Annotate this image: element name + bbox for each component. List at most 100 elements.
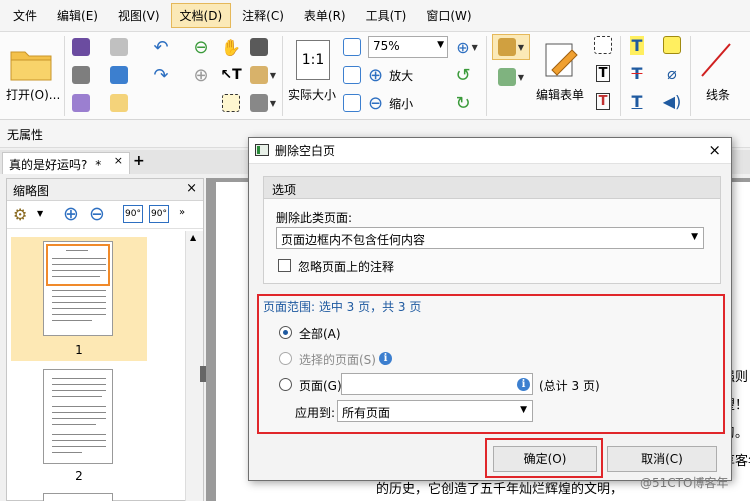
options-group: 选项 删除此类页面: 页面边框内不包含任何内容 ▼ 忽略页面上的注释 (263, 176, 721, 284)
sound-button[interactable]: ◀) (660, 90, 684, 112)
open-button[interactable] (6, 40, 56, 84)
thumbnail-page-3-partial[interactable] (43, 493, 113, 501)
menu-form[interactable]: 表单(R) (295, 3, 355, 28)
note-button[interactable] (660, 34, 684, 56)
thumbnail-page-2[interactable]: 2 (11, 365, 147, 487)
range-all-radio[interactable] (279, 326, 292, 339)
print-button[interactable] (70, 64, 92, 86)
actual-size-button[interactable]: 1:1 (296, 40, 330, 80)
zoom-out-label: 缩小 (389, 96, 414, 111)
undo-button[interactable]: ↶ (148, 36, 174, 58)
range-pages-radio[interactable] (279, 378, 292, 391)
zoom-out-button[interactable]: ⊖ 缩小 (368, 92, 424, 114)
panel-splitter[interactable] (200, 366, 206, 382)
zoom-in-icon[interactable]: ⊕ (63, 203, 79, 225)
zoom-value: 75% (373, 39, 400, 53)
page-preview (43, 241, 113, 336)
textbox-tool-button[interactable] (592, 34, 614, 56)
dialog-title: 删除空白页 (275, 144, 336, 158)
typewriter-tool-button[interactable]: T (592, 62, 614, 84)
new-button[interactable] (108, 92, 130, 114)
tab-document[interactable]: 真的是好运吗? * × (2, 152, 130, 174)
hand-tool-button[interactable]: ✋ (220, 36, 242, 58)
add-field-button[interactable]: ▼ (492, 64, 530, 90)
callout-icon: T (595, 92, 611, 110)
page-range-group: 页面范围: 选中 3 页，共 3 页 全部(A) 选择的页面(S) i 页面(G… (257, 294, 725, 434)
menu-file[interactable]: 文件 (4, 3, 46, 28)
menu-window[interactable]: 窗口(W) (417, 3, 480, 28)
modified-marker: * (95, 158, 102, 172)
strikeout-icon: T (631, 63, 643, 83)
edit-form-label: 编辑表单 (536, 88, 585, 102)
rotate-left-icon[interactable]: 90° (123, 205, 143, 223)
tab-close-icon[interactable]: × (114, 154, 123, 167)
zoom-in-button[interactable]: ⊕ 放大 (368, 64, 424, 86)
zoom-tool-button[interactable]: ⊕ ▼ (452, 36, 482, 58)
menu-tools[interactable]: 工具(T) (357, 3, 416, 28)
page-range-input[interactable] (341, 373, 533, 395)
more-options-icon[interactable]: » (179, 207, 185, 218)
line-tool-button[interactable] (696, 38, 736, 82)
select-tool-button[interactable]: ▼ (248, 92, 278, 114)
attach-file-button[interactable]: ⌀ (660, 62, 684, 84)
export-button[interactable] (70, 92, 92, 114)
zoom-select[interactable]: 75% ▼ (368, 36, 448, 58)
delete-type-select[interactable]: 页面边框内不包含任何内容 ▼ (276, 227, 704, 249)
snapshot-area-button[interactable] (220, 92, 242, 114)
range-selected-radio[interactable] (279, 352, 292, 365)
redo-button[interactable]: ↷ (148, 64, 174, 86)
fit-width-button[interactable] (342, 64, 362, 86)
open-label: 打开(O)... (6, 88, 61, 102)
thumbnail-list: 1 2 (7, 231, 185, 501)
edit-form-button[interactable] (540, 38, 584, 82)
rotate-left-button[interactable]: ↺ (452, 64, 474, 86)
clipboard-button[interactable]: ▼ (248, 64, 278, 86)
zoom-out-icon[interactable]: ⊖ (89, 203, 105, 225)
menu-document[interactable]: 文档(D) (170, 3, 232, 28)
email-button[interactable] (108, 36, 130, 58)
ignore-annotations-checkbox[interactable] (278, 259, 291, 272)
apply-to-label: 应用到: (295, 406, 336, 420)
back-button[interactable]: ⊖ (190, 36, 212, 58)
new-document-icon (110, 94, 128, 112)
cancel-button[interactable]: 取消(C) (607, 446, 717, 472)
strikeout-button[interactable]: T (626, 62, 648, 84)
menu-comment[interactable]: 注释(C) (233, 3, 293, 28)
thumbnail-title: 缩略图 (13, 184, 50, 198)
fit-visible-button[interactable] (342, 92, 362, 114)
ok-button[interactable]: 确定(O) (493, 446, 597, 472)
snapshot-button[interactable] (248, 36, 270, 58)
menu-edit[interactable]: 编辑(E) (48, 3, 107, 28)
forward-button[interactable]: ⊕ (190, 64, 212, 86)
new-tab-button[interactable]: + (133, 154, 147, 168)
scan-button[interactable] (108, 64, 130, 86)
form-tool-button[interactable]: ▼ (492, 34, 530, 60)
paperclip-icon: ⌀ (667, 63, 677, 83)
line-icon (701, 43, 731, 77)
gear-icon[interactable]: ⚙ (13, 205, 27, 224)
thumbnail-page-1[interactable]: 1 (11, 237, 147, 361)
underline-button[interactable]: T (626, 90, 648, 112)
delete-type-value: 页面边框内不包含任何内容 (281, 233, 426, 247)
zoom-out-icon: ⊖ (368, 92, 384, 114)
dialog-titlebar[interactable]: 删除空白页 × (249, 138, 731, 164)
highlight-text-icon: T (629, 35, 645, 55)
print-icon (72, 66, 90, 84)
select-text-button[interactable]: ↖T (220, 64, 242, 86)
close-icon[interactable]: × (708, 141, 721, 159)
chevron-down-icon[interactable]: ▼ (37, 209, 43, 218)
callout-tool-button[interactable]: T (592, 90, 614, 112)
thumbnail-close-icon[interactable]: × (186, 181, 197, 196)
save-button[interactable] (70, 36, 92, 58)
fit-width-icon (343, 66, 361, 84)
magnifier-icon: ⊕ (456, 37, 470, 57)
watermark: @51CTO博客年 (640, 476, 729, 490)
highlight-button[interactable]: T (626, 34, 648, 56)
rotate-right-button[interactable]: ↻ (452, 92, 474, 114)
apply-to-select[interactable]: 所有页面 ▼ (337, 400, 533, 422)
rotate-right-icon[interactable]: 90° (149, 205, 169, 223)
fit-page-button[interactable] (342, 36, 362, 58)
delete-type-label: 删除此类页面: (276, 211, 353, 225)
scroll-up-icon[interactable]: ▲ (190, 233, 196, 242)
menu-view[interactable]: 视图(V) (109, 3, 169, 28)
